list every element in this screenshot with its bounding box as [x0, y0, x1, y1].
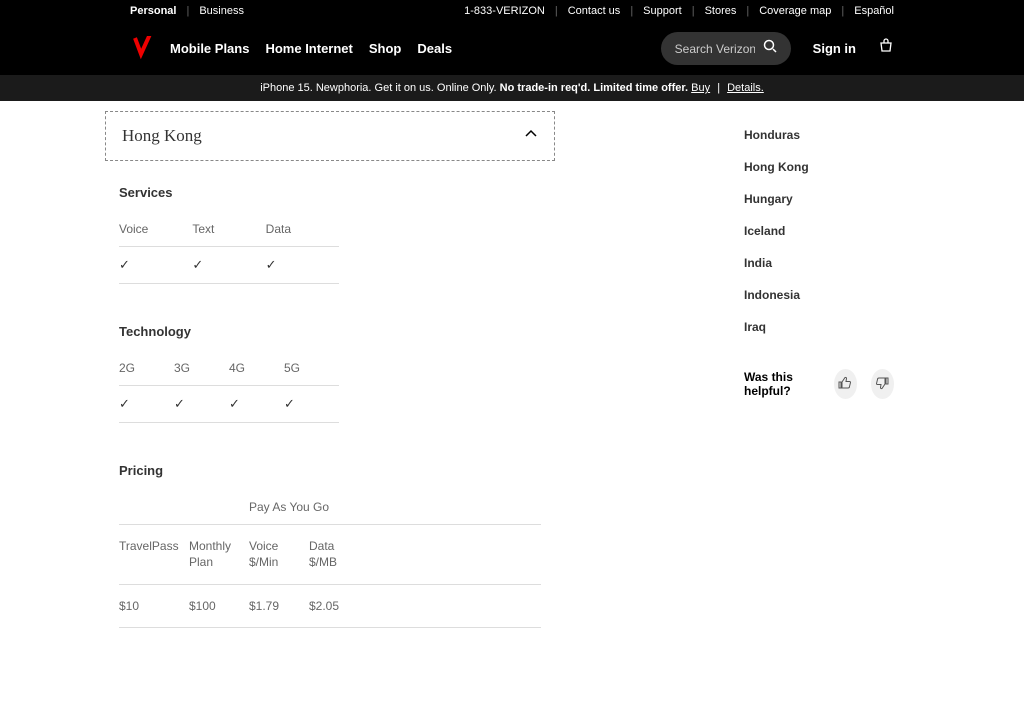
- promo-sep: |: [717, 82, 720, 94]
- promo-buy-link[interactable]: Buy: [691, 82, 710, 94]
- header-cell: Text: [192, 222, 265, 236]
- nav-left: Mobile Plans Home Internet Shop Deals: [130, 36, 452, 62]
- chevron-up-icon: [524, 127, 538, 146]
- table-row: $10 $100 $1.79 $2.05: [119, 585, 541, 628]
- payg-label: Pay As You Go: [249, 500, 329, 514]
- signin-link[interactable]: Sign in: [813, 41, 856, 56]
- helpful-label: Was this helpful?: [744, 370, 820, 398]
- top-bar-right: 1-833-VERIZON | Contact us | Support | S…: [464, 5, 894, 17]
- check-cell: ✓: [174, 396, 229, 412]
- top-utility-bar: Personal | Business 1-833-VERIZON | Cont…: [0, 0, 1024, 22]
- verizon-logo-icon[interactable]: [130, 36, 152, 62]
- business-link[interactable]: Business: [199, 5, 244, 17]
- sidebar-item-country[interactable]: India: [744, 247, 894, 279]
- top-bar-left: Personal | Business: [130, 5, 244, 17]
- sidebar-item-country[interactable]: Hungary: [744, 183, 894, 215]
- content: Hong Kong Services Voice Text Data ✓ ✓ ✓: [0, 101, 1024, 708]
- sidebar-item-country[interactable]: Iceland: [744, 215, 894, 247]
- sidebar-item-country[interactable]: Iraq: [744, 311, 894, 343]
- main-nav: Mobile Plans Home Internet Shop Deals Si…: [0, 22, 1024, 75]
- sidebar-item-country[interactable]: Hong Kong: [744, 151, 894, 183]
- table-row: ✓ ✓ ✓ ✓: [119, 386, 339, 423]
- coverage-link[interactable]: Coverage map: [759, 5, 831, 17]
- check-cell: ✓: [266, 257, 339, 273]
- nav-home-internet[interactable]: Home Internet: [265, 41, 352, 56]
- contact-link[interactable]: Contact us: [568, 5, 621, 17]
- header-cell: 4G: [229, 361, 284, 375]
- search-box[interactable]: [661, 32, 791, 65]
- pricing-title: Pricing: [119, 463, 541, 478]
- header-cell: 5G: [284, 361, 339, 375]
- header-cell: 2G: [119, 361, 174, 375]
- check-cell: ✓: [284, 396, 339, 412]
- thumbs-up-button[interactable]: [834, 369, 857, 399]
- header-cell: Monthly Plan: [189, 539, 249, 570]
- right-rail: Honduras Hong Kong Hungary Iceland India…: [744, 111, 894, 668]
- search-input[interactable]: [675, 42, 755, 56]
- services-title: Services: [119, 185, 541, 200]
- nav-right: Sign in: [661, 32, 894, 65]
- technology-table: 2G 3G 4G 5G ✓ ✓ ✓ ✓: [119, 351, 339, 423]
- thumbs-down-button[interactable]: [871, 369, 894, 399]
- sidebar-item-country[interactable]: Honduras: [744, 119, 894, 151]
- header-cell: TravelPass: [119, 539, 189, 570]
- divider: |: [186, 5, 189, 17]
- services-section: Services Voice Text Data ✓ ✓ ✓: [105, 185, 555, 284]
- table-row: ✓ ✓ ✓: [119, 247, 339, 284]
- nav-mobile-plans[interactable]: Mobile Plans: [170, 41, 249, 56]
- sidebar-item-country[interactable]: Indonesia: [744, 279, 894, 311]
- helpful-row: Was this helpful?: [744, 369, 894, 399]
- header-cell: Data $/MB: [309, 539, 369, 570]
- support-link[interactable]: Support: [643, 5, 682, 17]
- header-cell: Voice: [119, 222, 192, 236]
- nav-links: Mobile Plans Home Internet Shop Deals: [170, 41, 452, 56]
- header-cell: Data: [266, 222, 339, 236]
- table-row: Pay As You Go: [119, 490, 541, 525]
- table-row: 2G 3G 4G 5G: [119, 351, 339, 386]
- accordion-header[interactable]: Hong Kong: [105, 111, 555, 161]
- promo-bar: iPhone 15. Newphoria. Get it on us. Onli…: [0, 75, 1024, 101]
- phone-link[interactable]: 1-833-VERIZON: [464, 5, 545, 17]
- value-cell: $2.05: [309, 599, 369, 613]
- value-cell: $10: [119, 599, 189, 613]
- check-cell: ✓: [229, 396, 284, 412]
- technology-section: Technology 2G 3G 4G 5G ✓ ✓ ✓ ✓: [105, 324, 555, 423]
- thumbs-up-icon: [838, 376, 852, 393]
- cart-icon[interactable]: [878, 38, 894, 59]
- thumbs-down-icon: [875, 376, 889, 393]
- accordion-title: Hong Kong: [122, 126, 202, 146]
- value-cell: $1.79: [249, 599, 309, 613]
- services-table: Voice Text Data ✓ ✓ ✓: [119, 212, 339, 284]
- nav-shop[interactable]: Shop: [369, 41, 402, 56]
- value-cell: $100: [189, 599, 249, 613]
- technology-title: Technology: [119, 324, 541, 339]
- check-cell: ✓: [192, 257, 265, 273]
- table-row: TravelPass Monthly Plan Voice $/Min Data…: [119, 525, 541, 585]
- promo-text2: No trade-in req'd. Limited time offer.: [500, 82, 688, 94]
- personal-link[interactable]: Personal: [130, 5, 176, 17]
- table-row: Voice Text Data: [119, 212, 339, 247]
- stores-link[interactable]: Stores: [705, 5, 737, 17]
- header-cell: Voice $/Min: [249, 539, 309, 570]
- search-icon[interactable]: [763, 39, 777, 58]
- espanol-link[interactable]: Español: [854, 5, 894, 17]
- check-cell: ✓: [119, 257, 192, 273]
- promo-text1: iPhone 15. Newphoria. Get it on us. Onli…: [260, 82, 499, 94]
- nav-deals[interactable]: Deals: [417, 41, 452, 56]
- main-column: Hong Kong Services Voice Text Data ✓ ✓ ✓: [105, 111, 555, 668]
- pricing-section: Pricing Pay As You Go TravelPass Monthly…: [105, 463, 555, 628]
- header-cell: 3G: [174, 361, 229, 375]
- promo-details-link[interactable]: Details.: [727, 82, 764, 94]
- pricing-table: Pay As You Go TravelPass Monthly Plan Vo…: [119, 490, 541, 628]
- check-cell: ✓: [119, 396, 174, 412]
